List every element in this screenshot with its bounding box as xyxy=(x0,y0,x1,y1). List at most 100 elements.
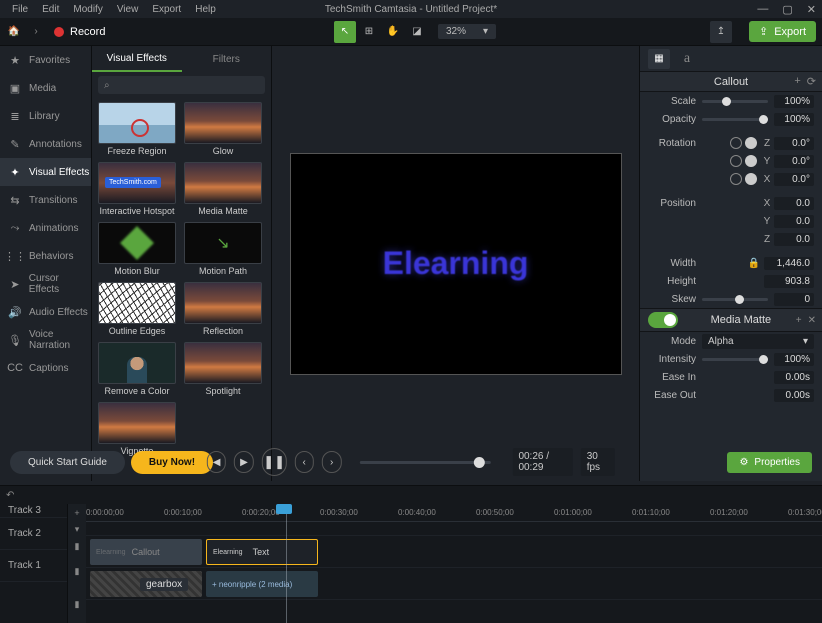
effect-remove-a-color[interactable]: Remove a Color xyxy=(98,342,176,396)
menu-edit[interactable]: Edit xyxy=(36,2,65,17)
crop-tool[interactable]: ◪ xyxy=(406,21,428,43)
properties-button[interactable]: ⚙ Properties xyxy=(727,452,812,473)
tab-filters[interactable]: Filters xyxy=(182,46,272,72)
tab-text-icon[interactable]: a xyxy=(676,49,698,69)
rot-y-value[interactable]: 0.0° xyxy=(774,155,814,168)
playback-slider[interactable] xyxy=(359,461,490,464)
add-icon[interactable]: + xyxy=(794,75,800,88)
pause-button[interactable]: ❚❚ xyxy=(262,448,287,476)
canvas-frame[interactable]: Elearning xyxy=(290,153,622,375)
effect-interactive-hotspot[interactable]: Interactive Hotspot xyxy=(98,162,176,216)
sidebar-item-favorites[interactable]: ★Favorites xyxy=(0,46,91,74)
easeout-value[interactable]: 0.00s xyxy=(774,389,814,402)
buy-now-button[interactable]: Buy Now! xyxy=(131,451,213,474)
menu-modify[interactable]: Modify xyxy=(67,2,108,17)
record-button[interactable]: Record xyxy=(44,22,115,42)
clip-callout[interactable]: Elearning Callout xyxy=(90,539,202,565)
sidebar-item-captions[interactable]: CCCaptions xyxy=(0,354,91,382)
home-button[interactable]: 🏠 xyxy=(0,18,28,46)
sidebar-item-visual-effects[interactable]: ✦Visual Effects xyxy=(0,158,91,186)
playhead[interactable] xyxy=(286,504,287,623)
effect-reflection[interactable]: Reflection xyxy=(184,282,262,336)
effect-media-matte[interactable]: Media Matte xyxy=(184,162,262,216)
effect-glow[interactable]: Glow xyxy=(184,102,262,156)
zoom-dropdown[interactable]: 32% ▾ xyxy=(438,24,496,39)
track-2-row[interactable]: Elearning Callout Elearning Text xyxy=(86,536,822,568)
playhead-marker-blue[interactable] xyxy=(276,504,292,514)
tab-visual-effects[interactable]: Visual Effects xyxy=(92,46,182,72)
pan-tool[interactable]: ✋ xyxy=(382,21,404,43)
sidebar-item-animations[interactable]: ⤳Animations xyxy=(0,214,91,242)
quick-start-button[interactable]: Quick Start Guide xyxy=(10,451,125,474)
effect-motion-blur[interactable]: Motion Blur xyxy=(98,222,176,276)
add-track-button[interactable]: + xyxy=(74,508,79,518)
opacity-value[interactable]: 100% xyxy=(774,113,814,126)
pos-y-value[interactable]: 0.0 xyxy=(774,215,814,228)
clip-text[interactable]: Elearning Text xyxy=(206,539,318,565)
upload-button[interactable]: ↥ xyxy=(710,21,732,43)
rot-z-value[interactable]: 0.0° xyxy=(774,137,814,150)
media-matte-toggle[interactable] xyxy=(648,312,678,328)
width-value[interactable]: 1,446.0 xyxy=(764,257,814,270)
close-icon[interactable]: ✕ xyxy=(808,315,816,326)
pos-x-value[interactable]: 0.0 xyxy=(774,197,814,210)
skew-value[interactable]: 0 xyxy=(774,293,814,306)
opacity-slider[interactable] xyxy=(702,118,768,121)
track-2-label[interactable]: Track 2 xyxy=(0,518,67,550)
maximize-icon[interactable]: ▢ xyxy=(782,3,792,16)
menu-help[interactable]: Help xyxy=(189,2,222,17)
rot-z-icon[interactable] xyxy=(730,137,742,149)
scale-slider[interactable] xyxy=(702,100,768,103)
effect-outline-edges[interactable]: Outline Edges xyxy=(98,282,176,336)
sidebar-item-audio-effects[interactable]: 🔊Audio Effects xyxy=(0,298,91,326)
clip-gearbox[interactable]: gearbox xyxy=(90,571,202,597)
mode-dropdown[interactable]: Alpha ▾ xyxy=(702,334,814,349)
track-3-label[interactable]: Track 3 xyxy=(0,504,67,518)
close-icon[interactable]: ✕ xyxy=(807,3,816,16)
minimize-icon[interactable]: ― xyxy=(757,3,768,16)
rot-y-knob[interactable] xyxy=(745,155,757,167)
clip-neonripple[interactable]: + neonripple (2 media) xyxy=(206,571,318,597)
menu-view[interactable]: View xyxy=(111,2,145,17)
export-button[interactable]: ⇪ Export xyxy=(749,21,816,42)
menu-file[interactable]: File xyxy=(6,2,34,17)
tab-visual-icon[interactable]: ▦ xyxy=(648,49,670,69)
prev-frame-button[interactable]: ◀ xyxy=(207,451,226,473)
step-back-button[interactable]: ‹ xyxy=(294,451,313,473)
timeline-ruler[interactable]: 0:00:00;000:00:10;000:00:20;000:00:30;00… xyxy=(86,504,822,522)
effect-freeze-region[interactable]: Freeze Region xyxy=(98,102,176,156)
intensity-slider[interactable] xyxy=(702,358,768,361)
forward-button[interactable]: › xyxy=(28,18,44,46)
sidebar-item-voice-narration[interactable]: 🎙Voice Narration xyxy=(0,326,91,354)
effect-spotlight[interactable]: Spotlight xyxy=(184,342,262,396)
effects-search[interactable]: ⌕ xyxy=(98,76,265,94)
rot-x-knob[interactable] xyxy=(745,173,757,185)
group-tool[interactable]: ⊞ xyxy=(358,21,380,43)
menu-export[interactable]: Export xyxy=(146,2,187,17)
sidebar-item-media[interactable]: ▣Media xyxy=(0,74,91,102)
rot-x-icon[interactable] xyxy=(730,173,742,185)
track2-toggle[interactable]: ▮ xyxy=(75,566,80,577)
add-icon[interactable]: + xyxy=(796,315,802,326)
skew-slider[interactable] xyxy=(702,298,768,301)
sidebar-item-library[interactable]: ≣Library xyxy=(0,102,91,130)
select-tool[interactable]: ↖ xyxy=(334,21,356,43)
intensity-value[interactable]: 100% xyxy=(774,353,814,366)
timeline-main[interactable]: 0:00:26;14 0:00:00;000:00:10;000:00:20;0… xyxy=(86,504,822,623)
step-forward-button[interactable]: › xyxy=(322,451,341,473)
lock-icon[interactable]: 🔒 xyxy=(748,258,760,269)
rot-x-value[interactable]: 0.0° xyxy=(774,173,814,186)
rot-z-knob[interactable] xyxy=(745,137,757,149)
next-frame-button[interactable]: ▶ xyxy=(234,451,253,473)
height-value[interactable]: 903.8 xyxy=(764,275,814,288)
effect-motion-path[interactable]: Motion Path xyxy=(184,222,262,276)
track-1-label[interactable]: Track 1 xyxy=(0,550,67,582)
sidebar-item-cursor-effects[interactable]: ➤Cursor Effects xyxy=(0,270,91,298)
pos-z-value[interactable]: 0.0 xyxy=(774,233,814,246)
rot-y-icon[interactable] xyxy=(730,155,742,167)
track3-toggle[interactable]: ▮ xyxy=(75,541,80,552)
track-1-row[interactable]: gearbox + neonripple (2 media) xyxy=(86,568,822,600)
track1-toggle[interactable]: ▮ xyxy=(75,599,80,610)
scale-value[interactable]: 100% xyxy=(774,95,814,108)
undo-button[interactable]: ↶ xyxy=(6,490,14,501)
